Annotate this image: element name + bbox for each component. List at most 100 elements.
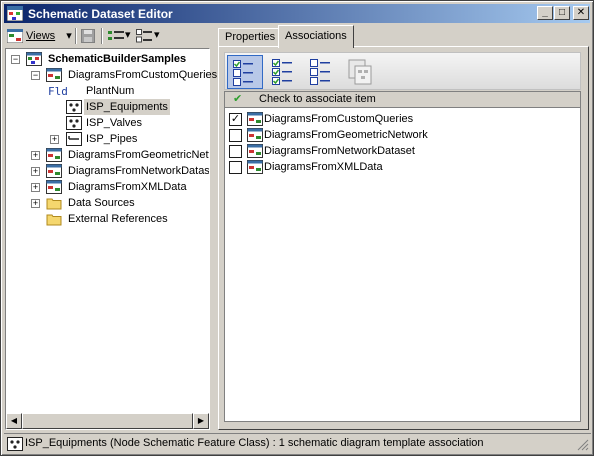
tree-item-label[interactable]: ISP_Equipments bbox=[84, 99, 170, 115]
list-item[interactable]: DiagramsFromGeometricNetwork bbox=[229, 127, 569, 143]
list-item-label: DiagramsFromXMLData bbox=[264, 161, 383, 173]
tree-item[interactable]: + DiagramsFromNetworkDataset bbox=[6, 163, 209, 179]
schematic-dataset-editor-window: Schematic Dataset Editor _ □ ✕ Views ▾ ▾… bbox=[0, 0, 594, 456]
collapse-toggle[interactable]: − bbox=[31, 71, 40, 80]
views-dropdown-arrow: ▾ bbox=[66, 30, 72, 42]
node-feature-class-icon bbox=[66, 116, 82, 130]
maximize-button[interactable]: □ bbox=[554, 6, 570, 20]
title-bar[interactable]: Schematic Dataset Editor _ □ ✕ bbox=[4, 4, 590, 23]
views-button[interactable]: Views ▾ bbox=[26, 27, 72, 46]
list-item[interactable]: DiagramsFromXMLData bbox=[229, 159, 569, 175]
tree-item[interactable]: External References bbox=[6, 211, 209, 227]
tab-properties[interactable]: Properties bbox=[218, 28, 283, 47]
tree-item[interactable]: + ISP_Pipes bbox=[6, 131, 209, 147]
link-feature-class-icon bbox=[66, 132, 82, 146]
node-feature-class-icon bbox=[7, 437, 23, 451]
tree-item-label[interactable]: PlantNum bbox=[84, 83, 136, 99]
list-options-icon[interactable] bbox=[136, 29, 152, 43]
list-header[interactable]: ✔ Check to associate item bbox=[225, 92, 580, 108]
association-checkbox[interactable] bbox=[229, 129, 242, 142]
scroll-right-button[interactable]: ▶ bbox=[193, 413, 209, 429]
toolbar-separator bbox=[101, 28, 103, 44]
associations-panel: ✔ Check to associate item ✓ DiagramsFrom… bbox=[218, 46, 589, 430]
tree-root-row[interactable]: − SchematicBuilderSamples bbox=[6, 51, 209, 67]
folder-icon bbox=[46, 214, 62, 226]
schematic-template-icon bbox=[46, 164, 62, 178]
dataset-tree[interactable]: − SchematicBuilderSamples − DiagramsFrom… bbox=[5, 48, 217, 430]
list-item-label: DiagramsFromCustomQueries bbox=[264, 113, 414, 125]
folder-icon bbox=[46, 198, 62, 210]
copy-associations-icon bbox=[348, 59, 372, 85]
tree-item[interactable]: + Data Sources bbox=[6, 195, 209, 211]
tree-item-label[interactable]: ISP_Pipes bbox=[84, 131, 139, 147]
expand-toggle[interactable]: + bbox=[31, 199, 40, 208]
tree-item-label[interactable]: DiagramsFromGeometricNetwork bbox=[66, 147, 209, 163]
schematic-template-icon bbox=[247, 112, 263, 126]
collapse-toggle[interactable]: − bbox=[11, 55, 20, 64]
tab-associations[interactable]: Associations bbox=[278, 25, 354, 48]
association-checkbox[interactable] bbox=[229, 145, 242, 158]
expand-toggle[interactable]: + bbox=[31, 151, 40, 160]
node-feature-class-icon bbox=[66, 100, 82, 114]
expand-toggle[interactable]: + bbox=[50, 135, 59, 144]
tab-strip: Properties Associations bbox=[218, 25, 588, 48]
schematic-template-icon bbox=[46, 180, 62, 194]
association-checkbox[interactable]: ✓ bbox=[229, 113, 242, 126]
schematic-dataset-icon bbox=[26, 52, 42, 66]
tree-item[interactable]: Fld PlantNum bbox=[6, 83, 209, 99]
schematic-template-icon bbox=[46, 68, 62, 82]
status-bar: ISP_Equipments (Node Schematic Feature C… bbox=[4, 433, 591, 453]
tree-root-label[interactable]: SchematicBuilderSamples bbox=[46, 51, 188, 67]
tree-item-selected[interactable]: ISP_Equipments bbox=[6, 99, 209, 115]
copy-associations-button[interactable] bbox=[343, 55, 379, 89]
window-title: Schematic Dataset Editor bbox=[28, 7, 173, 21]
check-all-icon bbox=[272, 59, 292, 85]
close-button[interactable]: ✕ bbox=[573, 6, 589, 20]
expand-toggle[interactable]: + bbox=[31, 167, 40, 176]
uncheck-all-button[interactable] bbox=[305, 55, 341, 89]
tree-item-label[interactable]: DiagramsFromCustomQueries bbox=[66, 67, 219, 83]
tree-item-label[interactable]: DiagramsFromNetworkDataset bbox=[66, 163, 209, 179]
status-text: ISP_Equipments (Node Schematic Feature C… bbox=[25, 437, 484, 449]
tree-item-label[interactable]: DiagramsFromXMLData bbox=[66, 179, 189, 195]
list-item[interactable]: DiagramsFromNetworkDataset bbox=[229, 143, 569, 159]
check-all-button[interactable] bbox=[267, 55, 303, 89]
views-label: Views bbox=[26, 30, 56, 42]
schematic-template-icon bbox=[46, 148, 62, 162]
list-item-label: DiagramsFromNetworkDataset bbox=[264, 145, 415, 157]
scroll-left-button[interactable]: ◀ bbox=[6, 413, 22, 429]
schematic-app-icon bbox=[7, 6, 23, 21]
uncheck-all-icon bbox=[310, 59, 330, 85]
scroll-thumb[interactable] bbox=[22, 413, 193, 429]
associations-list[interactable]: ✔ Check to associate item ✓ DiagramsFrom… bbox=[224, 91, 581, 422]
list-item[interactable]: ✓ DiagramsFromCustomQueries bbox=[229, 111, 569, 127]
association-checkbox[interactable] bbox=[229, 161, 242, 174]
field-icon: Fld bbox=[48, 85, 68, 98]
tree-item[interactable]: ISP_Valves bbox=[6, 115, 209, 131]
tree-item[interactable]: + DiagramsFromXMLData bbox=[6, 179, 209, 195]
expand-toggle[interactable]: + bbox=[31, 183, 40, 192]
list-options-dropdown-arrow[interactable]: ▾ bbox=[154, 28, 160, 41]
list-header-label: Check to associate item bbox=[259, 93, 376, 105]
tree-item[interactable]: + DiagramsFromGeometricNetwork bbox=[6, 147, 209, 163]
minimize-button[interactable]: _ bbox=[537, 6, 553, 20]
view-checked-button[interactable] bbox=[227, 55, 263, 89]
tree-item-label[interactable]: External References bbox=[66, 211, 170, 227]
list-item-label: DiagramsFromGeometricNetwork bbox=[264, 129, 428, 141]
tree-item-label[interactable]: ISP_Valves bbox=[84, 115, 144, 131]
schematic-template-icon bbox=[247, 160, 263, 174]
views-icon bbox=[7, 29, 23, 43]
tree-item-label[interactable]: Data Sources bbox=[66, 195, 137, 211]
tree-item[interactable]: − DiagramsFromCustomQueries bbox=[6, 67, 217, 83]
save-icon[interactable] bbox=[81, 29, 95, 43]
associations-toolbar bbox=[224, 52, 581, 90]
checked-list-icon bbox=[233, 60, 253, 86]
schematic-template-icon bbox=[247, 144, 263, 158]
tree-horizontal-scrollbar[interactable]: ◀ ▶ bbox=[6, 413, 209, 429]
tree-toolbar: Views ▾ ▾ ▾ bbox=[5, 25, 210, 47]
properties-dropdown-arrow[interactable]: ▾ bbox=[125, 28, 131, 41]
resize-grip-icon[interactable] bbox=[577, 439, 589, 451]
header-check-icon: ✔ bbox=[233, 93, 243, 105]
toolbar-separator bbox=[75, 28, 77, 44]
properties-icon[interactable] bbox=[108, 29, 124, 43]
